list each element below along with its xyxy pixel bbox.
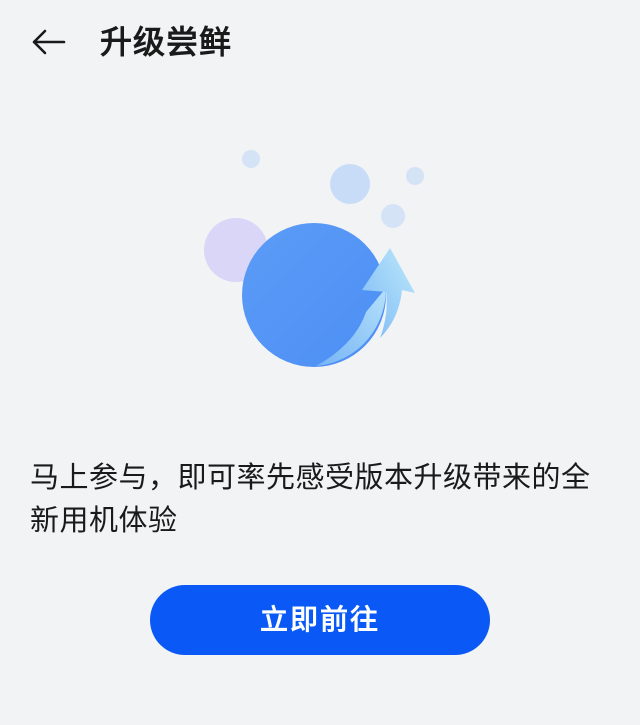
top-bar: 升级尝鲜 — [0, 0, 640, 84]
page-title: 升级尝鲜 — [100, 23, 233, 61]
upgrade-illustration — [190, 140, 430, 380]
back-button[interactable] — [24, 18, 72, 66]
upgrade-description: 马上参与，即可率先感受版本升级带来的全新用机体验 — [30, 460, 591, 537]
go-now-button[interactable]: 立即前往 — [150, 585, 490, 655]
upgrade-arrow-circle-icon — [204, 150, 424, 367]
arrow-left-icon — [32, 29, 66, 55]
